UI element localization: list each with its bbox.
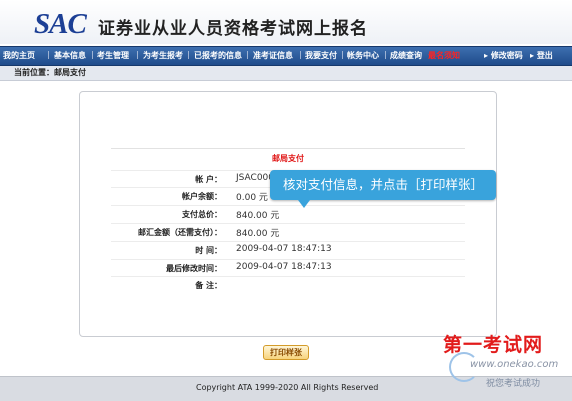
field-label: 备 注： — [195, 281, 222, 290]
change-password-label: 修改密码 — [490, 51, 523, 60]
print-sample-button[interactable]: 打印样张 — [263, 345, 309, 360]
nav-separator: | — [47, 50, 50, 59]
watermark-slogan: 祝您考试成功 — [486, 379, 541, 389]
form-row-total: 支付总价： 840.00 元 — [111, 205, 465, 223]
field-value: 0.00 元 — [236, 193, 268, 203]
nav-item-payment[interactable]: 我要支付 — [305, 50, 337, 61]
form-row-time: 时 间： 2009-04-07 18:47:13 — [111, 241, 465, 259]
nav-item-logout[interactable]: ▸ 登出 — [530, 50, 553, 61]
nav-separator: | — [91, 50, 94, 59]
form-row-remit-amount: 邮汇金额（还需支付）： 840.00 元 — [111, 223, 465, 241]
field-label: 邮汇金额（还需支付）： — [138, 228, 222, 237]
field-value: 2009-04-07 18:47:13 — [236, 262, 332, 272]
breadcrumb: 当前位置：邮局支付 — [14, 68, 86, 77]
nav-item-basic-info[interactable]: 基本信息 — [54, 50, 86, 61]
instruction-tooltip: 核对支付信息，并点击［打印样张］ — [270, 170, 496, 200]
breadcrumb-bar: 当前位置：邮局支付 — [0, 66, 572, 81]
nav-item-home[interactable]: 我的主页 — [3, 50, 35, 61]
form-row-modified-time: 最后修改时间： 2009-04-07 18:47:13 — [111, 259, 465, 277]
field-label: 最后修改时间： — [166, 264, 222, 273]
nav-item-register-candidate[interactable]: 为考生报考 — [143, 50, 183, 61]
field-label: 时 间： — [195, 246, 222, 255]
field-value: 840.00 元 — [236, 211, 280, 221]
main-nav: 我的主页 | 基本信息 | 考生管理 | 为考生报考 | 已报考的信息 | 准考… — [0, 46, 572, 66]
tooltip-pointer — [298, 200, 310, 208]
sac-logo: SAC — [34, 8, 87, 40]
nav-item-change-password[interactable]: ▸ 修改密码 — [484, 50, 523, 61]
site-title: 证券业从业人员资格考试网上报名 — [98, 19, 368, 39]
field-label: 帐户余额： — [182, 192, 222, 201]
nav-separator: | — [246, 50, 249, 59]
field-label: 帐 户： — [195, 175, 222, 184]
nav-item-registered-info[interactable]: 已报考的信息 — [194, 50, 242, 61]
field-value: 2009-04-07 18:47:13 — [236, 244, 332, 254]
nav-separator: | — [187, 50, 190, 59]
nav-item-score-query[interactable]: 成绩查询 — [390, 50, 422, 61]
nav-separator: | — [341, 50, 344, 59]
logout-label: 登出 — [536, 51, 553, 60]
nav-item-candidate-management[interactable]: 考生管理 — [97, 50, 129, 61]
field-value: 840.00 元 — [236, 229, 280, 239]
nav-item-admission-ticket[interactable]: 准考证信息 — [253, 50, 293, 61]
nav-separator: | — [299, 50, 302, 59]
field-label: 支付总价： — [182, 210, 222, 219]
nav-item-account-center[interactable]: 帐务中心 — [347, 50, 379, 61]
form-row-remarks: 备 注： — [111, 276, 465, 294]
nav-separator: | — [136, 50, 139, 59]
copyright-text: Copyright ATA 1999-2020 All Rights Reser… — [196, 383, 379, 392]
nav-separator: | — [384, 50, 387, 59]
nav-item-notice[interactable]: 最名须知 — [428, 50, 460, 61]
watermark-url: www.onekao.com — [470, 359, 559, 370]
form-title: 邮局支付 — [272, 154, 304, 163]
